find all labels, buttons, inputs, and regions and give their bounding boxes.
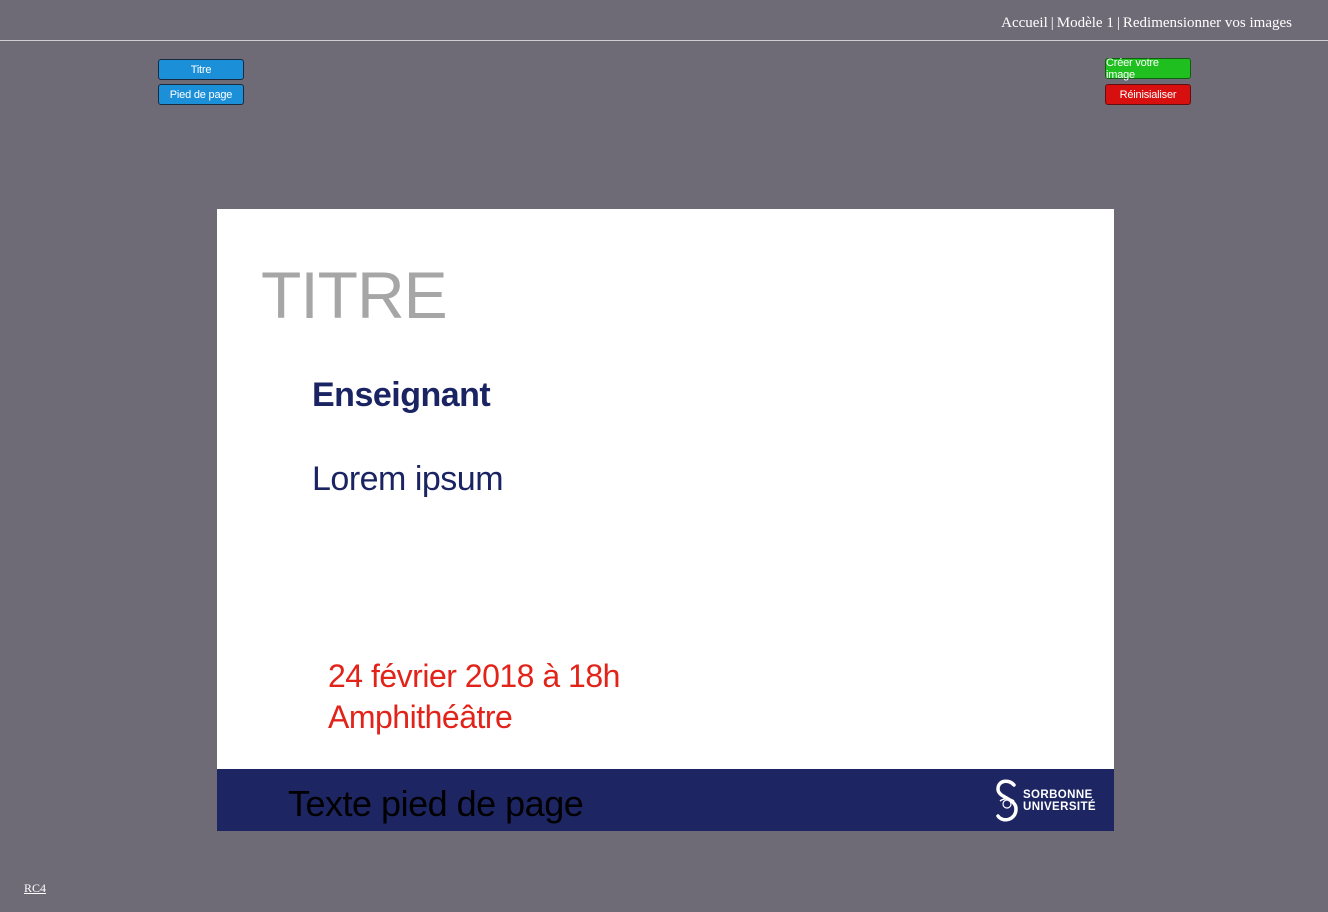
nav-link-home[interactable]: Accueil [1001, 15, 1048, 31]
slide-footer-text: Texte pied de page [288, 783, 584, 824]
slide-preview: TITRE Enseignant Lorem ipsum 24 février … [217, 209, 1114, 831]
sorbonne-logo: SORBONNE UNIVERSITÉ [995, 779, 1096, 823]
slide-place: Amphithéâtre [328, 699, 513, 735]
nav-link-model[interactable]: Modèle 1 [1057, 15, 1114, 31]
slide-subtitle: Lorem ipsum [312, 460, 504, 498]
nav-link-resize[interactable]: Redimensionner vos images [1123, 15, 1292, 31]
slide-teacher: Enseignant [312, 376, 491, 414]
nav-links: Accueil | Modèle 1 | Redimensionner vos imag… [1001, 15, 1292, 32]
title-button[interactable]: Titre [158, 59, 244, 80]
slide-footer-bar: Texte pied de page SORBONNE UNIVERSITÉ [217, 769, 1114, 831]
logo-line-2: UNIVERSITÉ [1022, 801, 1096, 813]
slide-date: 24 février 2018 à 18h [328, 658, 620, 694]
sorbonne-s-icon [996, 779, 1018, 822]
footer-button[interactable]: Pied de page [158, 84, 244, 105]
create-image-button[interactable]: Créer votre image [1105, 57, 1191, 81]
nav-separator: | [1050, 15, 1054, 31]
slide-title: TITRE [261, 258, 448, 332]
nav-separator: | [1116, 15, 1120, 31]
logo-line-1: SORBONNE [1022, 789, 1093, 801]
top-navigation: Accueil | Modèle 1 | Redimensionner vos imag… [0, 0, 1328, 41]
version-link[interactable]: RC4 [24, 881, 46, 896]
reset-button[interactable]: Réinisialiser [1105, 84, 1191, 105]
